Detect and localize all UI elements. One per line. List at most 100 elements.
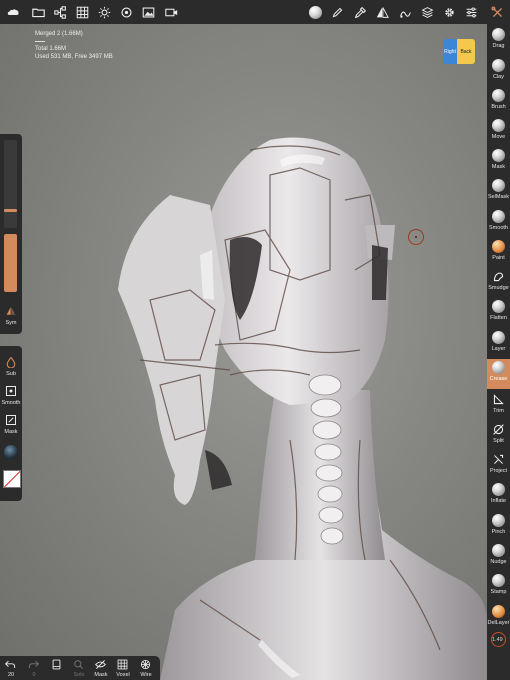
tool-project[interactable]: Project <box>487 451 510 481</box>
tool-paint[interactable]: Paint <box>487 238 510 268</box>
settings-gear-icon[interactable] <box>117 3 135 21</box>
options-panel: Sub Smooth Mask <box>0 346 22 501</box>
dellayer-icon <box>492 605 505 618</box>
wireframe-icon <box>140 659 151 670</box>
wire-button[interactable]: Wire <box>135 658 157 680</box>
brush-cursor <box>408 229 424 245</box>
tool-label: Layer <box>491 346 506 352</box>
solo-button[interactable]: Solo <box>68 658 90 680</box>
tool-split[interactable]: Split <box>487 421 510 451</box>
smooth-button[interactable]: Smooth <box>0 383 22 411</box>
tool-layer[interactable]: Layer <box>487 329 510 359</box>
brush-settings-panel: Sym <box>0 134 22 334</box>
tool-clay[interactable]: Clay <box>487 57 510 87</box>
tool-mask[interactable]: Mask <box>487 147 510 177</box>
layer-icon <box>492 331 505 344</box>
drop-icon <box>6 356 16 368</box>
image-icon[interactable] <box>139 3 157 21</box>
mask-toggle-button[interactable]: Mask <box>90 658 112 680</box>
gear-icon[interactable] <box>440 3 458 21</box>
material-sphere-icon[interactable] <box>306 3 324 21</box>
voxel-grid-icon <box>117 659 128 670</box>
bottom-toolbar: 20 0 Solo Mask Voxel Wire <box>0 656 160 680</box>
smudge-icon <box>492 270 505 283</box>
tool-label: Project <box>489 468 508 474</box>
tool-label: Brush <box>491 104 506 110</box>
view-cube[interactable]: Right Back <box>443 39 475 64</box>
object-name: Merged 2 (1.66M) <box>35 31 83 37</box>
flatten-icon <box>492 300 505 313</box>
view-cube-right[interactable]: Right <box>443 39 457 64</box>
redo-icon <box>28 660 39 668</box>
mask-icon <box>6 415 16 425</box>
redo-button[interactable]: 0 <box>23 658 45 680</box>
smooth-label: Smooth <box>1 400 21 406</box>
redo-count: 0 <box>32 672 36 678</box>
tool-move[interactable]: Move <box>487 117 510 147</box>
tool-smooth[interactable]: Smooth <box>487 208 510 238</box>
tool-trim[interactable]: Trim <box>487 391 510 421</box>
tool-crease[interactable]: Crease <box>487 359 510 389</box>
project-icon <box>492 453 505 466</box>
tool-pinch[interactable]: Pinch <box>487 512 510 542</box>
3d-viewport[interactable] <box>22 24 487 680</box>
color-swatch[interactable] <box>3 470 21 488</box>
grid-icon[interactable] <box>73 3 91 21</box>
symmetry-icon[interactable] <box>373 3 391 21</box>
material-ball[interactable] <box>4 445 18 459</box>
sub-button[interactable]: Sub <box>0 354 22 382</box>
mask-button[interactable]: Mask <box>0 412 22 440</box>
tool-label: Move <box>491 134 506 140</box>
tool-selmask[interactable]: SelMask <box>487 177 510 207</box>
tool-dellayer[interactable]: DelLayer <box>487 603 510 633</box>
tool-drag[interactable]: Drag <box>487 26 510 56</box>
solo-label: Solo <box>73 672 85 678</box>
tool-label: Mask <box>491 164 506 170</box>
tool-nudge[interactable]: Nudge <box>487 542 510 572</box>
tool-flatten[interactable]: Flatten <box>487 298 510 328</box>
undo-button[interactable]: 20 <box>0 658 22 680</box>
smooth-icon <box>6 386 16 396</box>
sliders-icon[interactable] <box>462 3 480 21</box>
sym-button[interactable]: Sym <box>0 302 22 332</box>
voxel-button[interactable]: Voxel <box>112 658 134 680</box>
total-count: Total 1.66M <box>35 46 67 52</box>
move-icon <box>492 119 505 132</box>
tool-label: Flatten <box>490 315 507 321</box>
picker-icon[interactable] <box>351 3 369 21</box>
mask-eye-icon <box>95 660 106 669</box>
radius-slider[interactable] <box>4 140 17 228</box>
pen-icon[interactable] <box>328 3 346 21</box>
tool-label: DelLayer <box>487 620 510 626</box>
tool-stamp[interactable]: Stamp <box>487 572 510 602</box>
tool-inflate[interactable]: Inflate <box>487 481 510 511</box>
stroke-icon[interactable] <box>396 3 414 21</box>
tool-brush[interactable]: Brush <box>487 87 510 117</box>
folder-icon[interactable] <box>29 3 47 21</box>
device-button[interactable] <box>46 658 68 680</box>
tool-label: Nudge <box>490 559 507 565</box>
tool-panel: Drag Clay Brush Move Mask SelMask Smooth… <box>487 24 510 680</box>
mask-brush-icon <box>492 149 505 162</box>
inflate-icon <box>492 483 505 496</box>
tool-label: Smooth <box>489 225 508 231</box>
view-cube-back[interactable]: Back <box>457 39 475 64</box>
stamp-icon <box>492 574 505 587</box>
selmask-icon <box>492 179 505 192</box>
intensity-slider[interactable] <box>4 234 17 292</box>
layers-stack-icon[interactable] <box>418 3 436 21</box>
scene-tree-icon[interactable] <box>51 3 69 21</box>
tool-label: Drag <box>492 43 505 49</box>
memory-usage: Used 531 MB, Free 3497 MB <box>35 54 113 60</box>
light-sun-icon[interactable] <box>95 3 113 21</box>
tools-icon[interactable] <box>488 3 506 21</box>
info-divider <box>35 41 45 42</box>
radius-slider-knob[interactable] <box>4 209 17 212</box>
menu-cloud-icon[interactable] <box>4 3 22 21</box>
wire-label: Wire <box>140 672 152 678</box>
tool-label: Clay <box>492 74 504 80</box>
video-icon[interactable] <box>162 3 180 21</box>
symmetry-icon <box>6 307 16 315</box>
tool-label: Stamp <box>490 589 507 595</box>
tool-smudge[interactable]: Smudge <box>487 268 510 298</box>
